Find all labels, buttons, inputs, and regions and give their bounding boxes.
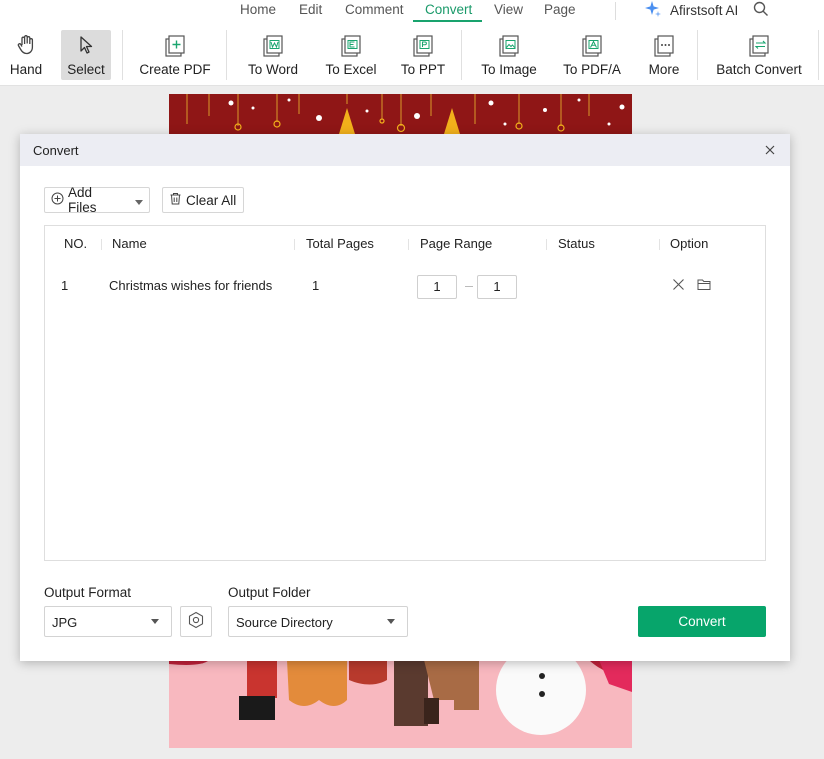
- document-header-band: [169, 94, 632, 136]
- ai-button[interactable]: Afirstsoft AI: [644, 0, 738, 21]
- column-divider: [101, 239, 102, 250]
- menu-divider: [615, 2, 616, 20]
- to-word-button[interactable]: To Word: [243, 30, 303, 80]
- output-folder-label: Output Folder: [228, 585, 311, 600]
- clear-all-label: Clear All: [186, 192, 237, 208]
- column-header-option: Option: [670, 236, 709, 251]
- convert-button[interactable]: Convert: [638, 606, 766, 637]
- toolbar: Hand Select Create PDF To Word To Excel …: [0, 24, 824, 86]
- column-divider: [294, 239, 295, 250]
- output-format-value: JPG: [52, 615, 78, 630]
- word-file-icon: [261, 30, 285, 61]
- batch-convert-icon: [747, 30, 771, 61]
- plus-circle-icon: [51, 192, 64, 208]
- column-header-status: Status: [558, 236, 595, 251]
- row-number: 1: [61, 278, 69, 293]
- christmas-characters-image: [169, 645, 632, 735]
- create-pdf-icon: [163, 30, 187, 61]
- to-image-button[interactable]: To Image: [479, 30, 539, 80]
- toolbar-divider: [226, 30, 227, 80]
- sparkle-icon: [644, 0, 662, 21]
- column-divider: [659, 239, 660, 250]
- trash-icon: [169, 192, 182, 208]
- toolbar-divider: [461, 30, 462, 80]
- create-pdf-label: Create PDF: [139, 62, 211, 77]
- hand-label: Hand: [9, 62, 43, 77]
- tab-view[interactable]: View: [494, 2, 523, 17]
- column-header-total-pages: Total Pages: [306, 236, 374, 251]
- active-tab-indicator: [413, 20, 482, 22]
- clear-all-button[interactable]: Clear All: [162, 187, 244, 213]
- chevron-down-icon: [151, 619, 159, 624]
- toolbar-divider: [122, 30, 123, 80]
- document-footer-illustration: [169, 645, 632, 748]
- select-label: Select: [67, 62, 105, 77]
- output-format-select[interactable]: JPG: [44, 606, 172, 637]
- ai-label: Afirstsoft AI: [670, 3, 739, 18]
- more-button[interactable]: More: [644, 30, 684, 80]
- toolbar-divider: [818, 30, 819, 80]
- dialog-header: Convert: [20, 134, 790, 166]
- dialog-title: Convert: [33, 143, 79, 158]
- to-image-label: To Image: [481, 62, 537, 77]
- tab-comment[interactable]: Comment: [345, 2, 404, 17]
- output-folder-value: Source Directory: [236, 615, 333, 630]
- column-header-name: Name: [112, 236, 147, 251]
- output-format-label: Output Format: [44, 585, 132, 600]
- create-pdf-button[interactable]: Create PDF: [139, 30, 211, 80]
- column-header-page-range: Page Range: [420, 236, 493, 251]
- file-name: Christmas wishes for friends: [109, 278, 273, 293]
- page-range-from-input[interactable]: 1: [417, 275, 457, 299]
- page-range-to-input[interactable]: 1: [477, 275, 517, 299]
- ppt-file-icon: [411, 30, 435, 61]
- more-label: More: [648, 62, 680, 77]
- to-ppt-button[interactable]: To PPT: [399, 30, 447, 80]
- to-excel-label: To Excel: [325, 62, 377, 77]
- remove-icon[interactable]: [672, 278, 685, 294]
- dropdown-arrow-icon[interactable]: [135, 193, 143, 208]
- image-file-icon: [497, 30, 521, 61]
- to-ppt-label: To PPT: [400, 62, 446, 77]
- menu-bar: Home Edit Comment Convert View Page Afir…: [0, 0, 824, 24]
- output-folder-select[interactable]: Source Directory: [228, 606, 408, 637]
- batch-convert-button[interactable]: Batch Convert: [714, 30, 804, 80]
- chevron-down-icon: [387, 619, 395, 624]
- tab-home[interactable]: Home: [240, 2, 276, 17]
- excel-file-icon: [339, 30, 363, 61]
- total-pages-value: 1: [312, 278, 320, 293]
- christmas-decor-image: [186, 94, 625, 134]
- to-pdfa-label: To PDF/A: [563, 62, 621, 77]
- more-icon: [652, 30, 676, 61]
- batch-convert-label: Batch Convert: [716, 62, 802, 77]
- to-pdfa-button[interactable]: To PDF/A: [562, 30, 622, 80]
- hand-tool-button[interactable]: Hand: [6, 30, 46, 80]
- cursor-arrow-icon: [75, 30, 97, 59]
- column-header-no: NO.: [64, 236, 88, 251]
- folder-icon[interactable]: [697, 278, 711, 294]
- tab-page[interactable]: Page: [544, 2, 576, 17]
- to-excel-button[interactable]: To Excel: [323, 30, 379, 80]
- to-word-label: To Word: [247, 62, 299, 77]
- format-settings-button[interactable]: [180, 606, 212, 637]
- toolbar-divider: [697, 30, 698, 80]
- tab-edit[interactable]: Edit: [299, 2, 322, 17]
- gear-icon: [187, 611, 205, 632]
- column-divider: [408, 239, 409, 250]
- close-icon[interactable]: [763, 143, 777, 157]
- search-icon[interactable]: [753, 1, 769, 20]
- file-table: NO. Name Total Pages Page Range Status O…: [44, 225, 766, 561]
- convert-dialog: Convert Add Files Clear All NO. Name Tot…: [20, 134, 790, 661]
- column-divider: [546, 239, 547, 250]
- pdfa-file-icon: [580, 30, 604, 61]
- add-files-button[interactable]: Add Files: [44, 185, 150, 215]
- hand-icon: [15, 30, 37, 59]
- select-tool-button[interactable]: Select: [61, 30, 111, 80]
- range-dash: [465, 286, 473, 287]
- tab-convert[interactable]: Convert: [425, 2, 472, 17]
- add-files-label: Add Files: [68, 185, 97, 215]
